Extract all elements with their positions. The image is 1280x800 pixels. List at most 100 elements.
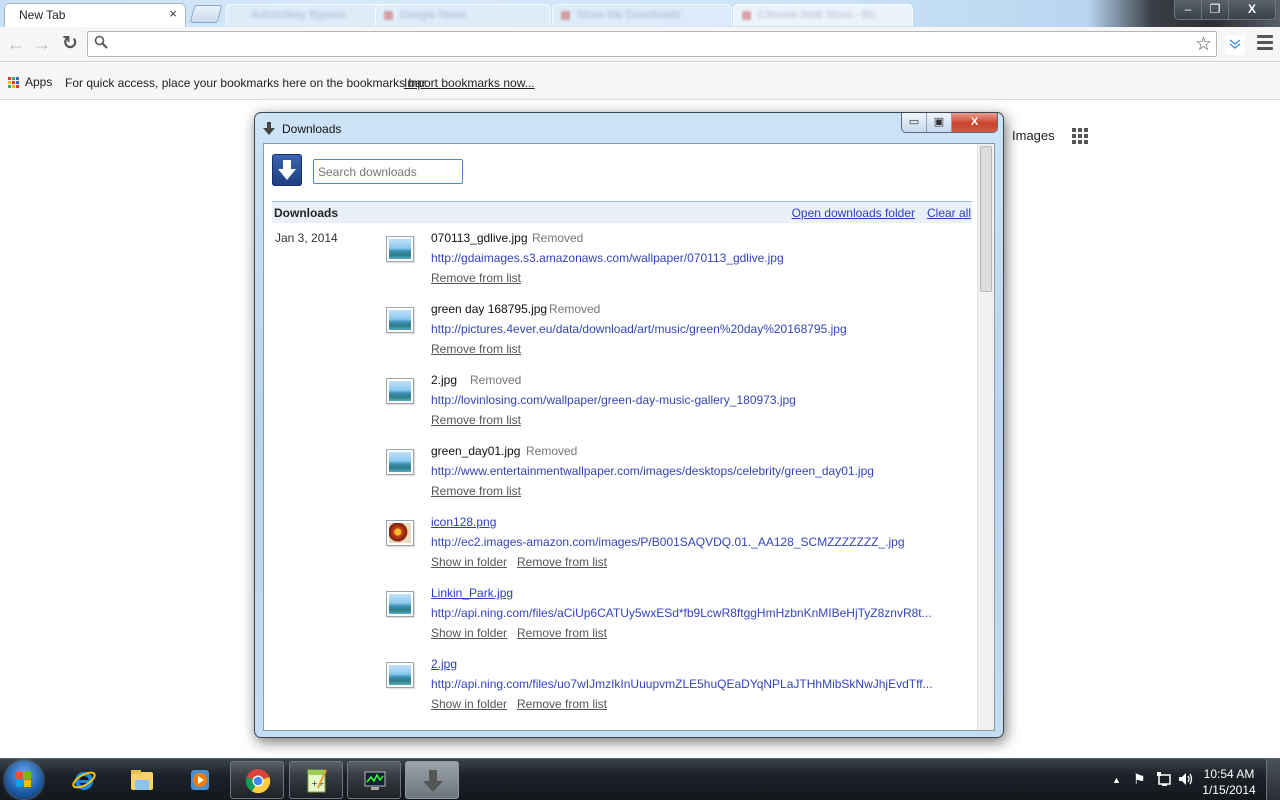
taskbar-internet-explorer[interactable] [57,761,111,799]
file-name: green_day01.jpg [431,444,521,458]
clock-time: 10:54 AM [1203,767,1255,781]
file-name: 070113_gdlive.jpg [431,231,528,245]
restore-button[interactable]: ❐ [1202,0,1229,19]
maximize-button[interactable]: ▣ [927,113,952,132]
forward-button[interactable]: → [31,33,53,55]
clock-date: 1/15/2014 [1202,783,1256,797]
remove-from-list-link[interactable]: Remove from list [431,484,521,498]
new-tab-button[interactable] [189,5,223,23]
bookmarks-bar: Apps For quick access, place your bookma… [0,63,1280,100]
downloads-window: Downloads ▭ ▣ X Downloads Open downloads… [254,112,1004,738]
extension-chevron-icon[interactable] [1225,35,1245,55]
taskbar-resource-monitor[interactable] [347,761,401,799]
file-name-link[interactable]: Linkin_Park.jpg [431,586,513,600]
tab-title: New Tab [19,8,66,22]
internet-explorer-icon [72,771,96,790]
start-button[interactable] [5,761,43,799]
status-label: Removed [526,444,578,458]
source-url[interactable]: http://lovinlosing.com/wallpaper/green-d… [431,393,796,407]
tab-title: Autohotkey Bypass [251,9,346,21]
download-item: icon128.png http://ec2.images-amazon.com… [386,513,976,584]
image-file-icon [386,449,414,475]
image-file-icon [386,236,414,262]
source-url[interactable]: http://gdaimages.s3.amazonaws.com/wallpa… [431,251,784,265]
source-url[interactable]: http://api.ning.com/files/uo7wIJmzIkInUu… [431,677,933,691]
folder-icon [131,770,153,790]
taskbar-notepad-plus-plus[interactable]: ++ [289,761,343,799]
remove-from-list-link[interactable]: Remove from list [431,413,521,427]
open-downloads-folder-link[interactable]: Open downloads folder [792,206,915,220]
volume-icon[interactable] [1178,771,1194,790]
image-file-icon [386,378,414,404]
minimize-button[interactable]: ▭ [902,113,927,132]
source-url[interactable]: http://pictures.4ever.eu/data/download/a… [431,322,847,336]
apps-grid-icon [8,76,19,88]
apps-shortcut[interactable]: Apps [8,75,52,89]
taskbar-media-player[interactable] [173,761,227,799]
show-in-folder-link[interactable]: Show in folder [431,555,507,569]
tab-background[interactable]: Google News [375,4,550,26]
media-player-icon [191,770,209,790]
remove-from-list-link[interactable]: Remove from list [431,271,521,285]
import-bookmarks-link[interactable]: Import bookmarks now... [404,76,535,90]
network-icon[interactable] [1156,771,1172,790]
source-url[interactable]: http://www.entertainmentwallpaper.com/im… [431,464,874,478]
tab-background[interactable]: Show Me Downloads [552,4,732,26]
file-name-link[interactable]: 2.jpg [431,657,457,671]
source-url[interactable]: http://ec2.images-amazon.com/images/P/B0… [431,535,905,549]
omnibox[interactable]: ☆ [87,31,1217,57]
scrollbar-thumb[interactable] [980,146,992,292]
window-controls: – ❐ X [1174,0,1276,20]
download-item: 2.jpg Removed http://lovinlosing.com/wal… [386,371,976,442]
apps-label: Apps [25,75,53,89]
back-button[interactable]: ← [5,33,27,55]
minimize-button[interactable]: – [1175,0,1202,19]
browser-toolbar: ← → ↻ ☆ [0,27,1280,62]
show-desktop-button[interactable] [1266,759,1280,800]
clock[interactable]: 10:54 AM 1/15/2014 [1196,766,1262,798]
status-label: Removed [549,302,601,316]
remove-from-list-link[interactable]: Remove from list [517,626,607,640]
show-in-folder-link[interactable]: Show in folder [431,626,507,640]
show-in-folder-link[interactable]: Show in folder [431,697,507,711]
file-name-link[interactable]: icon128.png [431,515,496,529]
chrome-icon [245,769,271,794]
taskbar-explorer[interactable] [115,761,169,799]
section-title: Downloads [274,206,339,220]
remove-from-list-link[interactable]: Remove from list [517,697,607,711]
source-url[interactable]: http://api.ning.com/files/aCiUp6CATUy5wx… [431,606,932,620]
images-link[interactable]: Images [1012,128,1055,143]
image-file-icon [386,591,414,617]
downloads-logo-icon [272,154,302,186]
close-button[interactable]: X [952,113,997,132]
close-window-button[interactable]: X [1229,0,1275,19]
download-item: Linkin_Park.jpg http://api.ning.com/file… [386,584,976,655]
resource-monitor-icon [364,771,386,790]
favicon-icon [742,11,751,20]
tab-new-tab[interactable]: New Tab × [4,3,186,27]
action-center-flag-icon[interactable]: ⚑ [1133,771,1146,788]
tab-title: Google News [400,9,467,21]
bookmark-star-icon[interactable]: ☆ [1195,33,1212,56]
downloads-window-controls: ▭ ▣ X [901,113,998,133]
remove-from-list-link[interactable]: Remove from list [431,342,521,356]
flower-thumbnail-icon [386,520,414,546]
file-name: green day 168795.jpg [431,302,548,316]
show-hidden-icons-button[interactable]: ▲ [1112,775,1121,785]
taskbar-downloads[interactable] [405,761,459,799]
download-item: green day 168795.jpg Removed http://pict… [386,300,976,371]
search-downloads-input[interactable] [313,159,463,184]
address-input[interactable] [114,35,1184,53]
chrome-menu-icon[interactable] [1257,35,1273,53]
taskbar-chrome[interactable] [230,761,284,799]
clear-all-link[interactable]: Clear all [927,206,971,220]
remove-from-list-link[interactable]: Remove from list [517,555,607,569]
tab-background[interactable]: Autohotkey Bypass [226,4,396,26]
tab-background[interactable]: Chrome Web Store - Bo [733,4,913,26]
google-apps-icon[interactable] [1072,128,1088,144]
close-tab-icon[interactable]: × [169,6,177,21]
image-file-icon [386,307,414,333]
tab-title: Show Me Downloads [577,9,681,21]
vertical-scrollbar[interactable] [977,144,994,730]
reload-button[interactable]: ↻ [59,33,81,55]
